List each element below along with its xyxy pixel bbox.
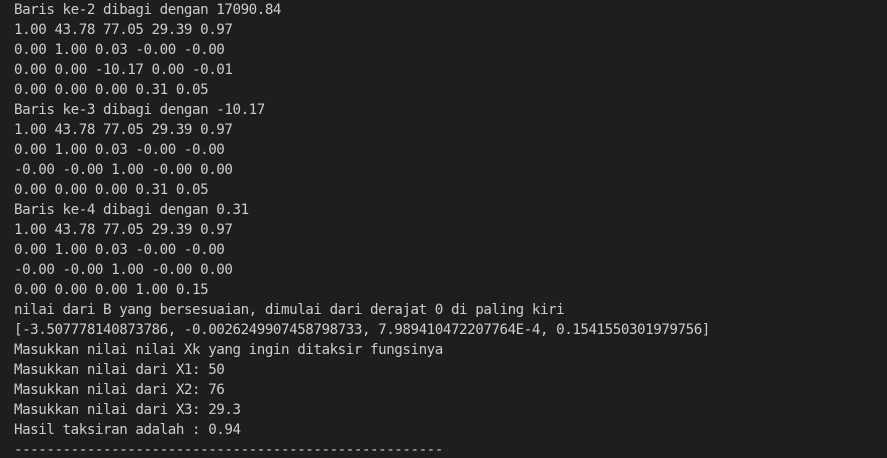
output-line-matrix-row: -0.00 -0.00 1.00 -0.00 0.00 [14, 262, 233, 278]
output-line-row-reduction-4: Baris ke-4 dibagi dengan 0.31 [14, 202, 249, 218]
output-line-matrix-row: 0.00 0.00 -10.17 0.00 -0.01 [14, 62, 233, 78]
output-line-row-reduction-3: Baris ke-3 dibagi dengan -10.17 [14, 102, 265, 118]
terminal-output[interactable]: Baris ke-2 dibagi dengan 17090.84 1.00 4… [0, 0, 887, 458]
output-line-matrix-row: 1.00 43.78 77.05 29.39 0.97 [14, 122, 233, 138]
output-line-coefficients-label: nilai dari B yang bersesuaian, dimulai d… [14, 302, 565, 318]
output-line-input-x1: Masukkan nilai dari X1: 50 [14, 362, 225, 378]
output-line-result: Hasil taksiran adalah : 0.94 [14, 422, 241, 438]
output-line-matrix-row: 0.00 0.00 0.00 1.00 0.15 [14, 282, 209, 298]
output-line-matrix-row: -0.00 -0.00 1.00 -0.00 0.00 [14, 162, 233, 178]
output-line-matrix-row: 0.00 1.00 0.03 -0.00 -0.00 [14, 42, 225, 58]
output-line-matrix-row: 0.00 0.00 0.00 0.31 0.05 [14, 182, 209, 198]
output-line-input-prompt: Masukkan nilai nilai Xk yang ingin ditak… [14, 342, 443, 358]
output-line-matrix-row: 0.00 1.00 0.03 -0.00 -0.00 [14, 242, 225, 258]
output-line-separator: ----------------------------------------… [14, 442, 443, 458]
output-line-matrix-row: 0.00 0.00 0.00 0.31 0.05 [14, 82, 209, 98]
output-line-row-reduction-2: Baris ke-2 dibagi dengan 17090.84 [14, 2, 282, 18]
output-line-input-x3: Masukkan nilai dari X3: 29.3 [14, 402, 241, 418]
output-line-coefficients-array: [-3.507778140873786, -0.0026249907458798… [14, 322, 710, 338]
output-line-matrix-row: 0.00 1.00 0.03 -0.00 -0.00 [14, 142, 225, 158]
output-line-matrix-row: 1.00 43.78 77.05 29.39 0.97 [14, 22, 233, 38]
output-line-matrix-row: 1.00 43.78 77.05 29.39 0.97 [14, 222, 233, 238]
output-line-input-x2: Masukkan nilai dari X2: 76 [14, 382, 225, 398]
